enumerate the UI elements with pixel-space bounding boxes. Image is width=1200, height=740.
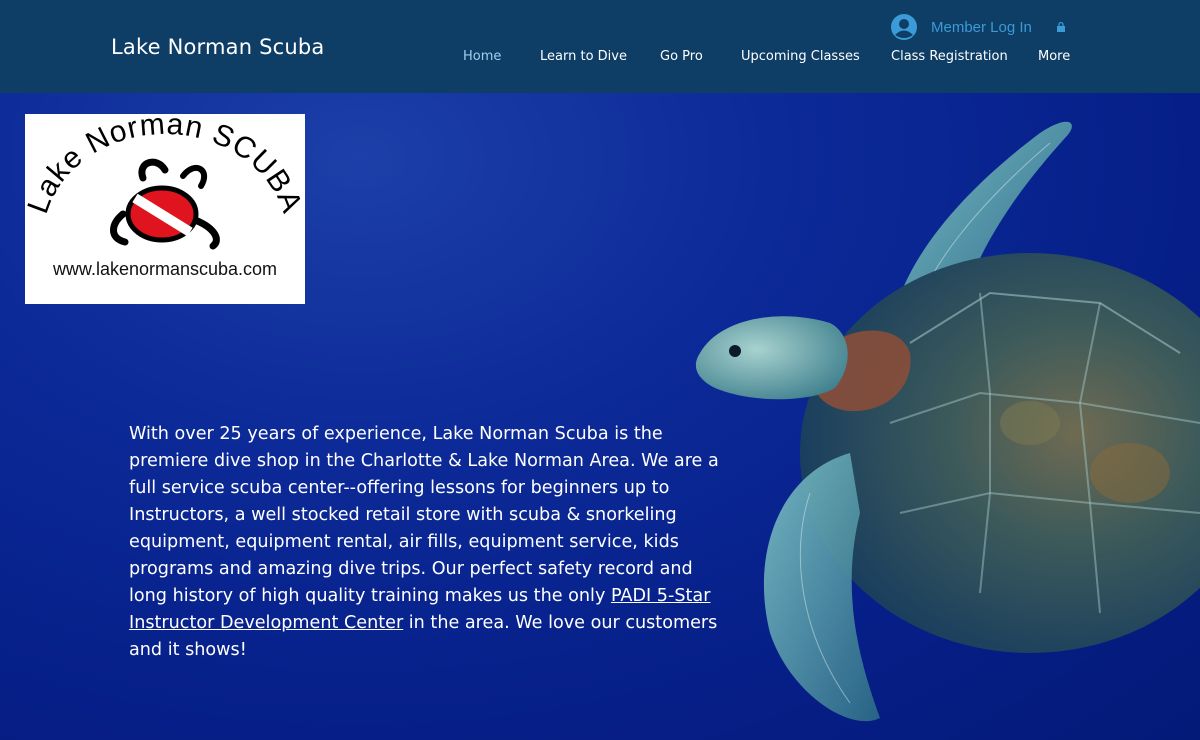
nav-go-pro[interactable]: Go Pro xyxy=(660,49,703,64)
site-logo[interactable]: Lake Norman SCUBA www.lakenormanscuba.co… xyxy=(25,114,305,304)
site-header: Lake Norman Scuba Member Log In Home Lea… xyxy=(0,0,1200,93)
intro-text: With over 25 years of experience, Lake N… xyxy=(129,424,719,606)
user-avatar-icon[interactable] xyxy=(890,13,918,41)
logo-url: www.lakenormanscuba.com xyxy=(52,259,278,279)
lock-icon[interactable] xyxy=(1056,21,1066,33)
nav-learn-to-dive[interactable]: Learn to Dive xyxy=(540,49,627,64)
nav-home[interactable]: Home xyxy=(463,49,501,64)
member-login[interactable]: Member Log In xyxy=(890,13,1066,41)
nav-more[interactable]: More xyxy=(1038,49,1070,64)
member-login-label[interactable]: Member Log In xyxy=(931,19,1032,36)
intro-paragraph: With over 25 years of experience, Lake N… xyxy=(129,421,719,664)
sea-turtle-image xyxy=(695,121,1200,722)
site-brand[interactable]: Lake Norman Scuba xyxy=(111,35,325,59)
nav-upcoming-classes[interactable]: Upcoming Classes xyxy=(741,49,860,64)
turtle-logo-icon xyxy=(110,158,220,250)
nav-class-registration[interactable]: Class Registration xyxy=(891,49,1008,64)
